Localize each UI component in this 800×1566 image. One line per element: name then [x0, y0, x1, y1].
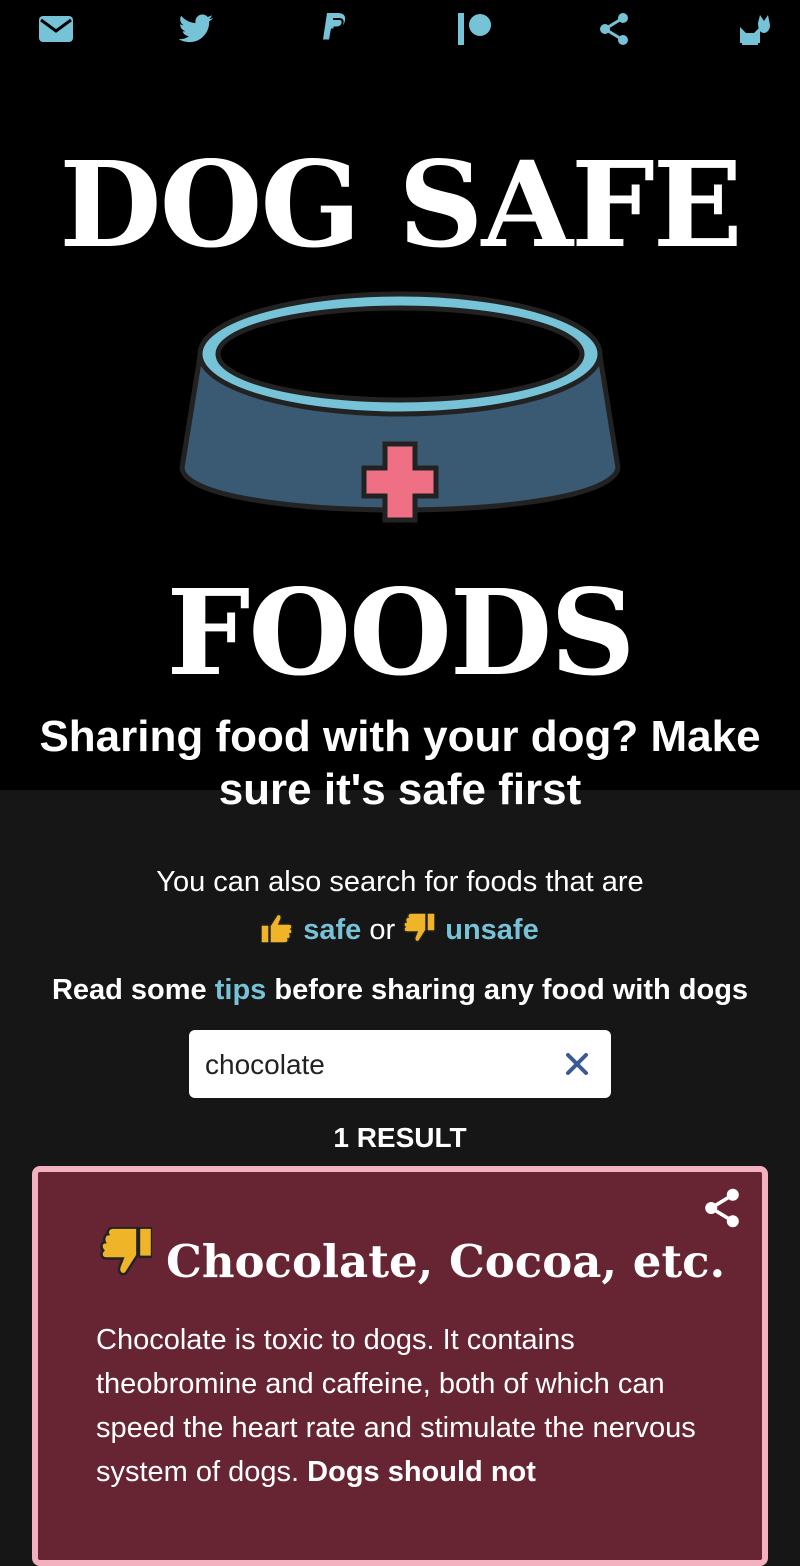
- dog-bowl-logo: [178, 288, 622, 545]
- hero: DOG SAFE FOODS Sharing food with your do…: [0, 58, 800, 814]
- search-note-prefix: You can also search for foods that are: [156, 866, 644, 898]
- cat-icon[interactable]: [736, 11, 772, 47]
- twitter-icon[interactable]: [178, 11, 214, 47]
- site-title-top: DOG SAFE: [59, 135, 742, 274]
- card-body-bold: Dogs should not: [307, 1456, 536, 1488]
- tips-line: Read some tips before sharing any food w…: [0, 966, 800, 1014]
- search-input[interactable]: [203, 1030, 547, 1100]
- result-card: Chocolate, Cocoa, etc. Chocolate is toxi…: [32, 1166, 768, 1566]
- tips-link[interactable]: tips: [215, 974, 267, 1006]
- card-title-text: Chocolate, Cocoa, etc.: [166, 1235, 726, 1288]
- share-icon[interactable]: [596, 11, 632, 47]
- tips-after: before sharing any food with dogs: [274, 974, 749, 1006]
- search-box: [189, 1030, 611, 1100]
- tips-before: Read some: [51, 974, 207, 1006]
- card-title: Chocolate, Cocoa, etc.: [100, 1226, 725, 1298]
- unsafe-link[interactable]: unsafe: [445, 914, 538, 946]
- paypal-icon[interactable]: [317, 11, 353, 47]
- patreon-icon[interactable]: [457, 11, 493, 47]
- site-title-bottom: FOODS: [166, 563, 636, 702]
- main-content: You can also search for foods that are s…: [0, 790, 800, 1158]
- card-body: Chocolate is toxic to dogs. It contains …: [96, 1318, 716, 1494]
- or-text: or: [369, 914, 396, 946]
- safe-link[interactable]: safe: [303, 914, 361, 946]
- clear-search-icon[interactable]: [565, 1052, 589, 1076]
- thumbs-up-icon: [260, 910, 294, 958]
- tagline: Sharing food with your dog? Make sure it…: [39, 712, 761, 814]
- envelope-icon[interactable]: [38, 11, 74, 47]
- social-nav: [0, 0, 800, 58]
- result-count: 1 RESULT: [333, 1122, 467, 1153]
- thumbs-down-icon: [100, 1226, 154, 1298]
- search-note: You can also search for foods that are s…: [0, 858, 800, 958]
- thumbs-down-icon: [403, 910, 436, 958]
